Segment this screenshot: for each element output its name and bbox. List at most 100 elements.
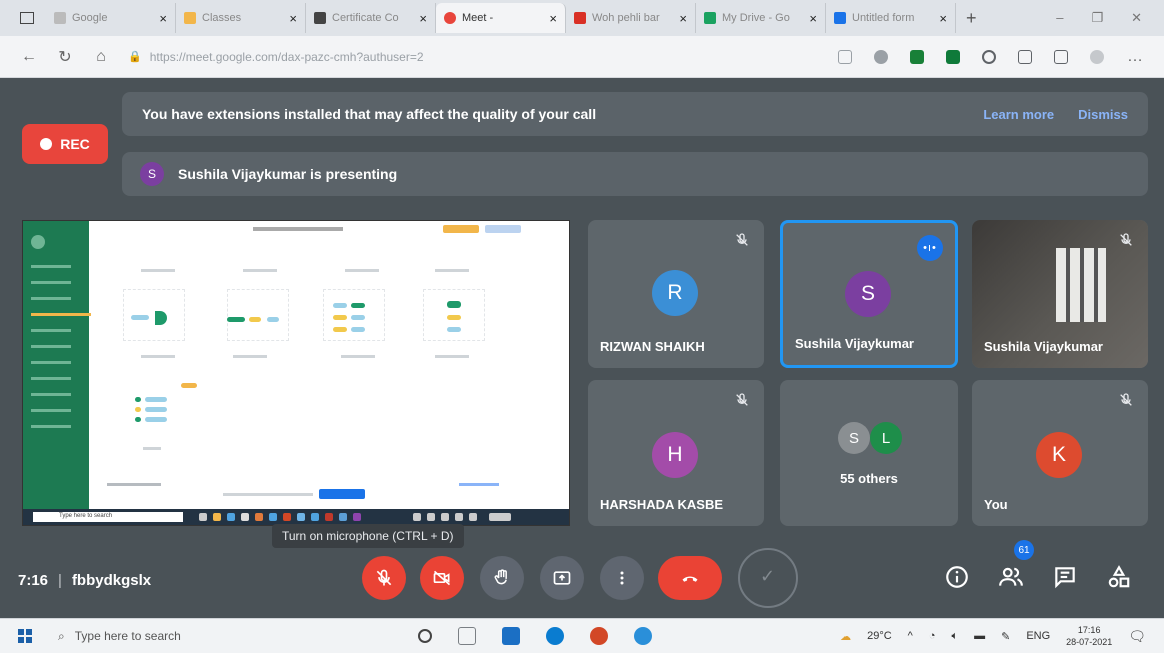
recording-indicator[interactable]: REC <box>22 124 108 164</box>
meet-call-area: REC You have extensions installed that m… <box>0 78 1164 618</box>
camera-toggle-button[interactable] <box>420 556 464 600</box>
leave-call-button[interactable] <box>658 556 722 600</box>
close-tab-icon[interactable]: × <box>159 11 167 26</box>
checkmark-extension-icon[interactable] <box>910 49 924 64</box>
tab-gmail[interactable]: Woh pehli bar × <box>566 3 696 33</box>
tab-meet[interactable]: Meet - × <box>436 3 566 33</box>
restore-icon[interactable]: ❐ <box>1091 10 1103 26</box>
shared-screen[interactable]: Type here to search <box>22 220 570 526</box>
refresh-icon[interactable]: ↻ <box>56 47 74 67</box>
presenter-avatar: S <box>140 162 164 186</box>
shared-screen-search-text: Type here to search <box>59 513 113 519</box>
edge-app-icon[interactable] <box>546 627 564 645</box>
activities-icon[interactable] <box>1106 564 1132 590</box>
taskbar-search[interactable]: ⌕ Type here to search <box>58 629 348 644</box>
window-controls: – ❐ ✕ <box>1056 10 1164 26</box>
participant-tile-harshada[interactable]: H HARSHADA KASBE <box>588 380 764 526</box>
people-icon[interactable] <box>998 564 1024 590</box>
participant-tile-rizwan[interactable]: R RIZWAN SHAIKH <box>588 220 764 368</box>
record-dot-icon <box>40 138 53 150</box>
more-options-button[interactable] <box>600 556 644 600</box>
chat-icon[interactable] <box>1052 564 1078 590</box>
back-icon[interactable]: ← <box>20 48 38 66</box>
sheets-extension-icon[interactable] <box>946 49 960 64</box>
camera-icon[interactable] <box>838 49 852 64</box>
muted-mic-icon <box>736 393 748 406</box>
pen-icon[interactable]: ✎ <box>1001 630 1010 643</box>
close-tab-icon[interactable]: × <box>679 11 687 26</box>
tab-actions-icon[interactable] <box>20 12 34 24</box>
close-tab-icon[interactable]: × <box>419 11 427 26</box>
cortana-icon[interactable] <box>418 629 432 643</box>
microphone-toggle-button[interactable] <box>362 556 406 600</box>
learn-more-link[interactable]: Learn more <box>983 107 1054 122</box>
extension-icons: … <box>838 48 1144 66</box>
temperature-text[interactable]: 29°C <box>867 630 892 642</box>
windows-taskbar: ⌕ Type here to search ☁ 29°C ^ ◔ 🔈︎ ▬ ✎ … <box>0 618 1164 653</box>
tab-forms[interactable]: Untitled form × <box>826 3 956 33</box>
url-text: https://meet.google.com/dax-pazc-cmh?aut… <box>149 49 424 64</box>
notifications-icon[interactable]: 🗨︎ <box>1128 628 1146 645</box>
participant-tile-sushila-video[interactable]: Sushila Vijaykumar <box>972 220 1148 368</box>
present-screen-button[interactable] <box>540 556 584 600</box>
volume-icon[interactable]: 🔈︎ <box>952 630 959 643</box>
lock-icon[interactable]: 🔒 <box>128 50 142 63</box>
google-extension-icon[interactable] <box>982 49 996 64</box>
battery-icon[interactable]: ▬ <box>974 630 985 642</box>
tab-drive[interactable]: My Drive - Go × <box>696 3 826 33</box>
tab-certificate[interactable]: Certificate Co × <box>306 3 436 33</box>
close-tab-icon[interactable]: × <box>809 11 817 26</box>
app-icon[interactable] <box>634 627 652 645</box>
participant-tile-you[interactable]: K You <box>972 380 1148 526</box>
close-tab-icon[interactable]: × <box>549 11 557 26</box>
camera-off-icon <box>433 570 451 586</box>
participant-tile-others[interactable]: S L 55 others <box>780 380 958 526</box>
extension-icon[interactable] <box>874 49 888 64</box>
hand-icon <box>494 569 507 585</box>
mic-off-icon <box>376 569 392 586</box>
meeting-details: 7:16 | fbbydkgslx <box>18 572 151 589</box>
language-indicator[interactable]: ENG <box>1026 630 1050 642</box>
muted-mic-icon <box>736 233 748 246</box>
url-field[interactable]: 🔒 https://meet.google.com/dax-pazc-cmh?a… <box>128 50 688 64</box>
task-view-icon[interactable] <box>458 627 476 645</box>
video-window-background <box>1056 248 1106 322</box>
participant-name: RIZWAN SHAIKH <box>600 339 705 354</box>
close-window-icon[interactable]: ✕ <box>1131 10 1142 26</box>
clock-date: 28-07-2021 <box>1066 637 1113 647</box>
profile-avatar[interactable] <box>1090 49 1104 64</box>
tab-google[interactable]: Google × <box>46 3 176 33</box>
network-icon[interactable]: ◔ <box>929 630 936 642</box>
tab-title: Google <box>72 12 108 24</box>
present-icon <box>553 571 571 585</box>
dismiss-button[interactable]: Dismiss <box>1078 107 1128 122</box>
more-menu-icon[interactable]: … <box>1126 48 1144 66</box>
participant-tile-sushila-speaking[interactable]: •ı• S Sushila Vijaykumar <box>780 220 958 368</box>
banner-text: You have extensions installed that may a… <box>142 106 597 122</box>
participant-name: Sushila Vijaykumar <box>795 336 914 351</box>
close-tab-icon[interactable]: × <box>289 11 297 26</box>
tab-classes[interactable]: Classes × <box>176 3 306 33</box>
participant-name: HARSHADA KASBE <box>600 497 724 512</box>
powerpoint-app-icon[interactable] <box>590 627 608 645</box>
weather-icon[interactable]: ☁ <box>840 630 851 643</box>
separator: | <box>58 572 62 589</box>
clock-time: 17:16 <box>1077 625 1101 635</box>
new-tab-button[interactable]: + <box>966 8 977 29</box>
ghost-check-icon <box>738 548 798 608</box>
store-app-icon[interactable] <box>502 627 520 645</box>
tab-title: My Drive - Go <box>722 12 790 24</box>
meeting-info-icon[interactable] <box>944 564 970 590</box>
close-tab-icon[interactable]: × <box>939 11 947 26</box>
meeting-code: fbbydkgslx <box>71 572 152 589</box>
minimize-icon[interactable]: – <box>1056 10 1063 26</box>
show-hidden-icons[interactable]: ^ <box>908 630 913 642</box>
collections-icon[interactable] <box>1054 49 1068 64</box>
raise-hand-button[interactable] <box>480 556 524 600</box>
favorites-icon[interactable] <box>1018 49 1032 64</box>
presenting-banner: S Sushila Vijaykumar is presenting <box>122 152 1148 196</box>
taskbar-clock[interactable]: 17:16 28-07-2021 <box>1066 624 1112 648</box>
home-icon[interactable]: ⌂ <box>92 48 110 66</box>
windows-start-icon[interactable] <box>18 629 32 643</box>
others-count-label: 55 others <box>840 471 898 486</box>
